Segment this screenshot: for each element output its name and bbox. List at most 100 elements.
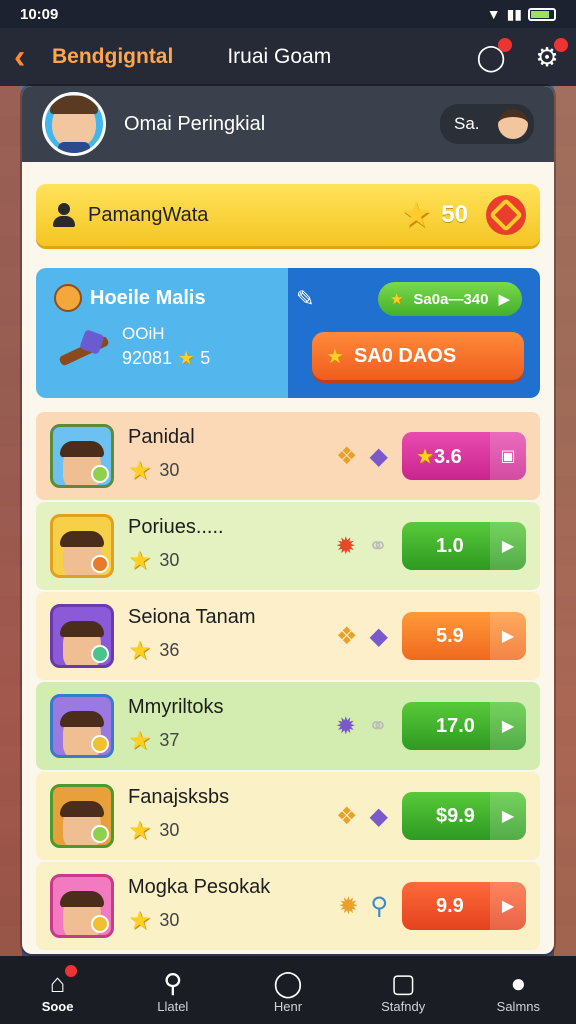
row-button-label: 3.6	[433, 445, 462, 468]
profile-name: Omai Peringkial	[124, 112, 266, 135]
battery-icon	[528, 7, 556, 21]
signal-icon: ▮▮	[506, 5, 522, 22]
event-sub1: OOiH	[122, 324, 165, 343]
player-name: Poriues.....	[128, 516, 224, 538]
list-item[interactable]: Poriues..... ★ 30 ✹ ⚭ 1.0 ▶	[36, 502, 540, 590]
status-bar: 10:09 ▼ ▮▮	[0, 0, 576, 28]
nav-item-profile[interactable]: ● Salmns	[473, 967, 563, 1014]
tool-icon: ⚲	[370, 892, 388, 920]
player-name: Seiona Tanam	[128, 606, 256, 628]
play-arrow-icon: ▶	[498, 291, 510, 308]
player-name: Panidal	[128, 426, 195, 448]
row-button-label: $9.9	[436, 804, 475, 827]
player-avatar	[50, 784, 114, 848]
avatar[interactable]	[42, 92, 106, 156]
ring-icon: ⚭	[367, 712, 388, 740]
star-icon: ★	[400, 196, 432, 234]
play-arrow-icon: ▶	[490, 522, 526, 570]
player-score: 30	[159, 460, 180, 480]
event-orange-button[interactable]: ★ SA0 DAOS	[312, 332, 524, 380]
bottom-nav: ⌂ Sooe ⚲ Llatel ◯ Henr ▢ Stafndy ● Salmn…	[0, 956, 576, 1024]
gear-icon[interactable]: ⚙	[532, 38, 568, 72]
player-avatar	[50, 604, 114, 668]
reward-badge-icon[interactable]	[486, 195, 526, 235]
player-score: 30	[159, 910, 180, 930]
event-sub2-count: 5	[200, 348, 211, 368]
star-icon: ★	[128, 635, 152, 665]
player-avatar	[50, 514, 114, 578]
top-header: ‹ Bendgigntal Iruai Goam ◯ ⚙	[0, 28, 576, 86]
star-icon: ★	[128, 455, 152, 485]
nav-label: Stafndy	[381, 998, 426, 1014]
star-icon: ★	[178, 348, 195, 368]
event-green-label: Sa0a—340	[413, 290, 489, 308]
star-icon: ★	[128, 815, 152, 845]
player-score: 37	[159, 730, 180, 750]
play-arrow-icon: ▶	[490, 792, 526, 840]
leaderboard-panel: Omai Peringkial Sa. PamangWata ★ 50 Hoei…	[22, 86, 554, 954]
row-action-button[interactable]: 5.9 ▶	[402, 612, 526, 660]
nav-label: Salmns	[496, 998, 541, 1014]
brand-title: Bendgigntal	[52, 45, 174, 68]
event-actions: ✎ ★ Sa0a—340 ▶ ★ SA0 DAOS	[288, 268, 540, 398]
list-item[interactable]: Panidal ★ 30 ❖ ◆ ★3.6 ▣	[36, 412, 540, 500]
list-item[interactable]: Mmyriltoks ★ 37 ✹ ⚭ 17.0 ▶	[36, 682, 540, 770]
badge-icon: ✹	[335, 532, 356, 560]
nav-item-home[interactable]: ⌂ Sooe	[13, 964, 103, 1014]
row-action-button[interactable]: 9.9 ▶	[402, 882, 526, 930]
player-score: 30	[159, 820, 180, 840]
row-action-button[interactable]: 1.0 ▶	[402, 522, 526, 570]
player-avatar	[50, 874, 114, 938]
profile-pill[interactable]: Sa.	[440, 104, 534, 144]
star-icon: ★	[326, 345, 344, 368]
row-button-label: 9.9	[436, 894, 464, 917]
highlight-name: PamangWata	[88, 203, 209, 226]
star-icon: ★	[128, 905, 152, 935]
player-score: 30	[159, 550, 180, 570]
nav-item-center[interactable]: ◯ Henr	[243, 967, 333, 1014]
highlight-card[interactable]: PamangWata ★ 50	[36, 184, 540, 246]
page-title: Iruai Goam	[227, 45, 332, 68]
star-icon: ★	[128, 725, 152, 755]
pencil-icon: ✎	[296, 286, 315, 311]
shield-icon: ◆	[369, 802, 388, 830]
mini-avatar	[498, 109, 528, 139]
row-action-button[interactable]: ★3.6 ▣	[402, 432, 526, 480]
play-arrow-icon: ▶	[490, 612, 526, 660]
search-icon: ⚲	[163, 967, 183, 998]
leaderboard-list: Panidal ★ 30 ❖ ◆ ★ 3.6 ▣ Poriues..... ★ 30 ✹ ⚭…	[36, 412, 540, 952]
event-title: Hoeile Malis	[90, 286, 206, 309]
notification-icon[interactable]: ◯	[476, 38, 512, 72]
list-item[interactable]: Seiona Tanam ★ 36 ❖ ◆ 5.9 ▶	[36, 592, 540, 680]
event-sub2-value: 92081	[122, 348, 173, 368]
list-item[interactable]: Fanajsksbs ★ 30 ❖ ◆ $9.9 ▶	[36, 772, 540, 860]
row-action-button[interactable]: $9.9 ▶	[402, 792, 526, 840]
event-orange-label: SA0 DAOS	[353, 344, 457, 367]
row-button-label: 5.9	[436, 624, 464, 647]
nav-item-search[interactable]: ⚲ Llatel	[128, 967, 218, 1014]
nav-item-square[interactable]: ▢ Stafndy	[358, 967, 448, 1014]
status-time: 10:09	[20, 5, 59, 23]
row-action-button[interactable]: 17.0 ▶	[402, 702, 526, 750]
player-avatar	[50, 694, 114, 758]
star-icon: ★	[390, 291, 404, 308]
gift-icon: ❖	[336, 442, 358, 470]
star-icon: ★	[128, 545, 152, 575]
coins-icon: ❖	[336, 622, 358, 650]
back-arrow-icon[interactable]: ‹	[14, 38, 44, 77]
highlight-value: 50	[441, 201, 468, 228]
player-name: Mogka Pesokak	[128, 876, 271, 898]
nav-label: Sooe	[41, 998, 74, 1014]
play-arrow-icon: ▶	[490, 882, 526, 930]
badge-icon: ✹	[338, 892, 359, 920]
nav-label: Henr	[273, 998, 303, 1014]
square-icon: ▢	[390, 967, 416, 998]
badge-icon: ✹	[335, 712, 356, 740]
shield-icon: ◆	[369, 442, 388, 470]
list-item[interactable]: Mogka Pesokak ★ 30 ✹ ⚲ 9.9 ▶	[36, 862, 540, 950]
wifi-icon: ▼	[486, 6, 501, 22]
nav-label: Llatel	[157, 998, 189, 1014]
shield-icon: ◆	[369, 622, 388, 650]
status-icons: ▼ ▮▮	[487, 6, 556, 23]
event-green-button[interactable]: ★ Sa0a—340 ▶	[378, 282, 522, 316]
